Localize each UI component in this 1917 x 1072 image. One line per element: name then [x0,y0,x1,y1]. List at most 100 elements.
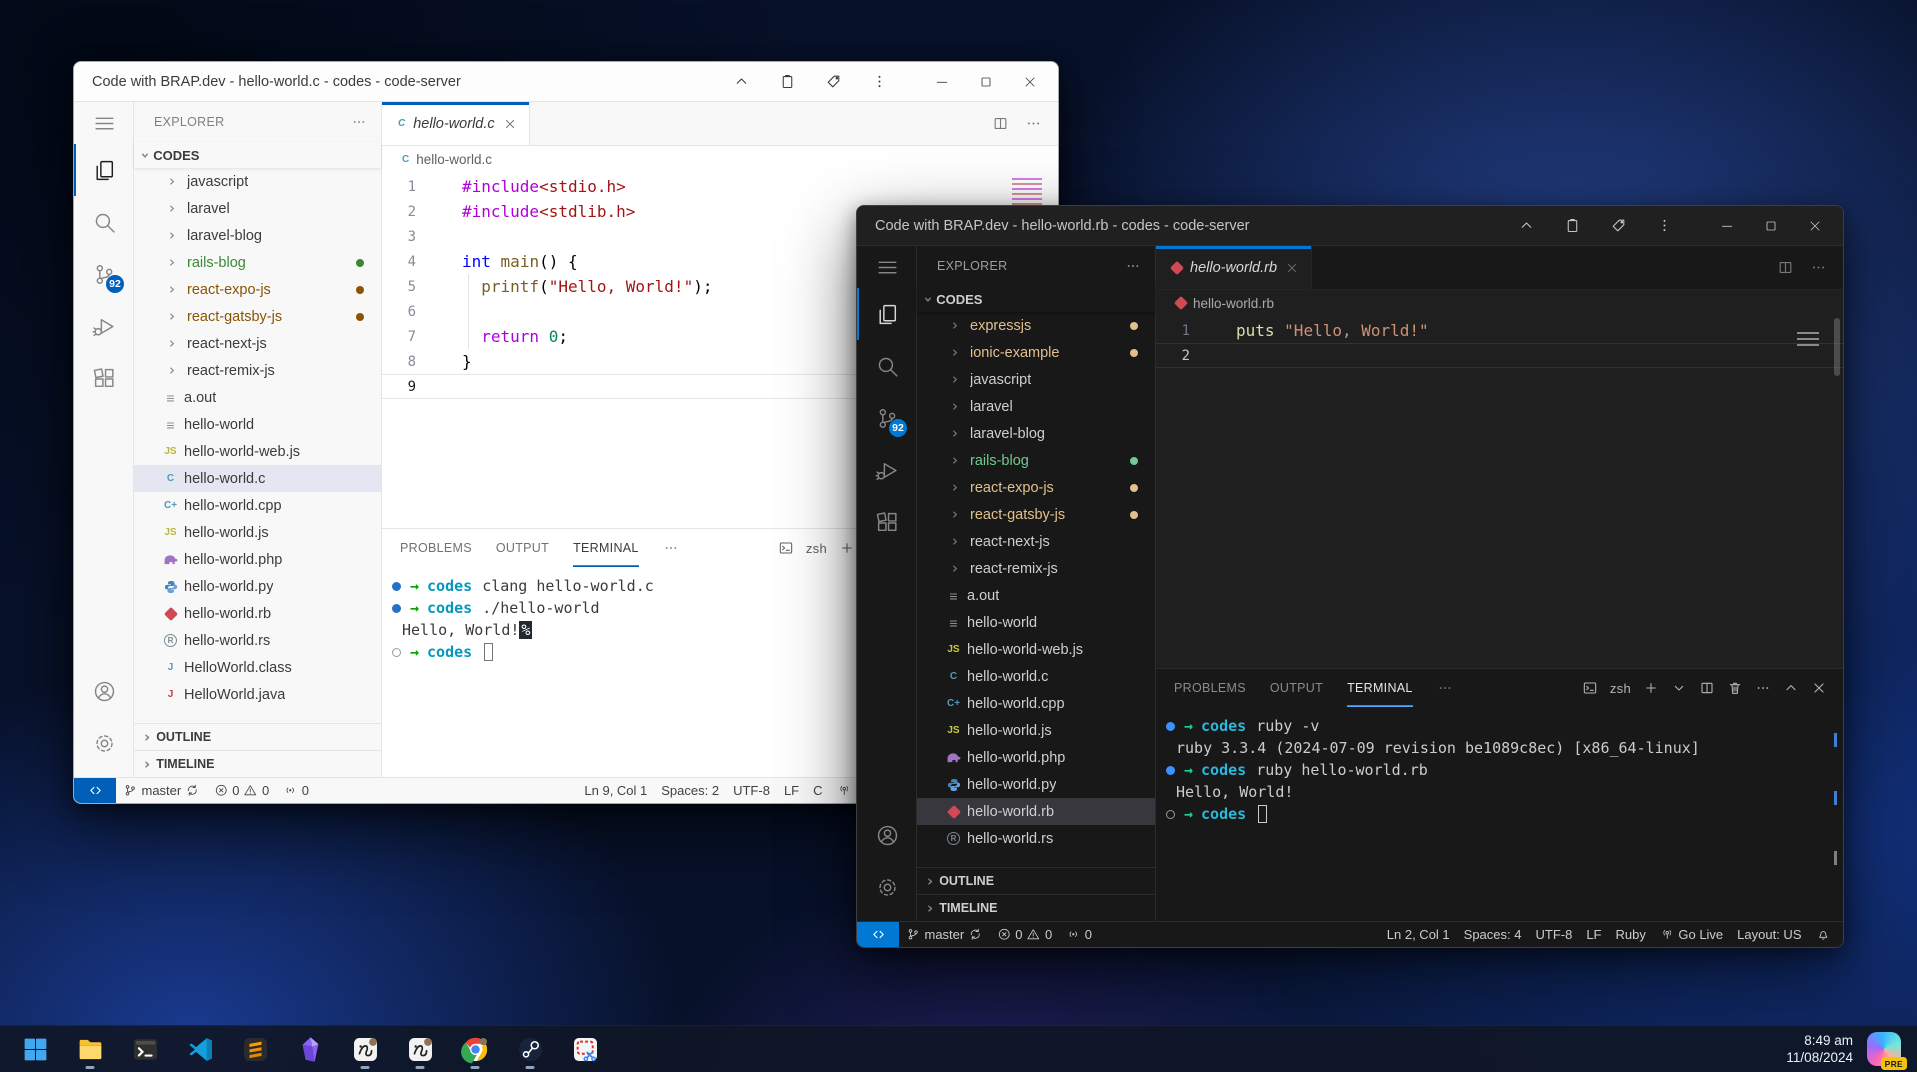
encoding[interactable]: UTF-8 [726,778,777,803]
minimize-button[interactable] [1705,209,1749,243]
go-live-icon[interactable] [830,778,859,803]
search-icon[interactable] [857,340,916,392]
folder-react-next-js[interactable]: ›react-next-js [917,528,1155,555]
explorer-actions-icon[interactable] [351,114,367,130]
extensions-icon[interactable] [74,352,133,404]
tab-hello-world-c[interactable]: C hello-world.c [382,102,530,145]
breadcrumb[interactable]: hello-world.rb [1156,290,1843,316]
file-hello-world.php[interactable]: hello-world.php [917,744,1155,771]
terminal-area[interactable]: →codesruby -vruby 3.3.4 (2024-07-09 revi… [1156,707,1843,921]
close-tab-icon[interactable] [503,117,517,131]
file-hello-world.js[interactable]: JShello-world.js [134,519,381,546]
tab-hello-world-rb[interactable]: hello-world.rb [1156,246,1312,289]
outline-section[interactable]: › OUTLINE [917,867,1155,894]
taskbar-icon-terminal[interactable] [123,1027,167,1071]
file-hello-world[interactable]: ≡hello-world [917,609,1155,636]
file-hello-world.c[interactable]: Chello-world.c [134,465,381,492]
panel-more-icon[interactable] [663,540,679,556]
new-terminal-icon[interactable] [1643,680,1659,696]
run-debug-icon[interactable] [857,444,916,496]
taskbar-icon-vscode[interactable] [178,1027,222,1071]
file-hello-world.cpp[interactable]: C+hello-world.cpp [134,492,381,519]
account-icon[interactable] [74,665,133,717]
chevron-up-icon[interactable] [1511,211,1541,241]
panel-more-icon[interactable] [1437,680,1453,696]
git-branch-status[interactable]: master [899,922,990,947]
split-editor-icon[interactable] [1777,259,1794,276]
titlebar[interactable]: Code with BRAP.dev - hello-world.rb - co… [857,206,1843,246]
split-terminal-icon[interactable] [1699,680,1715,696]
maximize-button[interactable] [964,65,1008,99]
folder-laravel[interactable]: ›laravel [917,393,1155,420]
menu-hamburger-icon[interactable] [857,246,916,288]
file-hello-world.rs[interactable]: Rhello-world.rs [134,627,381,654]
maximize-panel-icon[interactable] [1783,680,1799,696]
panel-tab-terminal[interactable]: TERMINAL [1347,669,1413,707]
explorer-icon[interactable] [857,288,916,340]
folder-laravel-blog[interactable]: ›laravel-blog [917,420,1155,447]
folder-section-codes[interactable]: › CODES [134,142,381,168]
explorer-actions-icon[interactable] [1125,258,1141,274]
file-HelloWorld.class[interactable]: JHelloWorld.class [134,654,381,681]
maximize-button[interactable] [1749,209,1793,243]
folder-react-expo-js[interactable]: ›react-expo-js [134,276,381,303]
minimize-button[interactable] [920,65,964,99]
outline-section[interactable]: › OUTLINE [134,723,381,750]
keyboard-layout[interactable]: Layout: US [1730,922,1808,947]
file-hello-world.py[interactable]: hello-world.py [134,573,381,600]
file-hello-world.py[interactable]: hello-world.py [917,771,1155,798]
file-hello-world.php[interactable]: hello-world.php [134,546,381,573]
folder-rails-blog[interactable]: ›rails-blog [917,447,1155,474]
clipboard-icon[interactable] [1557,211,1587,241]
taskbar-icon-pinned-app-1[interactable] [343,1027,387,1071]
kebab-menu-icon[interactable] [864,67,894,97]
close-panel-icon[interactable] [1811,680,1827,696]
cursor-position[interactable]: Ln 2, Col 1 [1380,922,1457,947]
folder-react-gatsby-js[interactable]: ›react-gatsby-js [917,501,1155,528]
search-icon[interactable] [74,196,133,248]
folder-javascript[interactable]: ›javascript [134,168,381,195]
panel-tab-terminal[interactable]: TERMINAL [573,529,639,567]
language-mode[interactable]: C [806,778,829,803]
terminal-more-icon[interactable] [1755,680,1771,696]
cursor-position[interactable]: Ln 9, Col 1 [577,778,654,803]
taskbar-icon-chrome[interactable] [453,1027,497,1071]
folder-react-next-js[interactable]: ›react-next-js [134,330,381,357]
ports-status[interactable]: 0 [1059,922,1099,947]
chevron-up-icon[interactable] [726,67,756,97]
timeline-section[interactable]: › TIMELINE [917,894,1155,921]
folder-expressjs[interactable]: ›expressjs [917,312,1155,339]
menu-hamburger-icon[interactable] [74,102,133,144]
file-HelloWorld.java[interactable]: JHelloWorld.java [134,681,381,708]
folder-laravel[interactable]: ›laravel [134,195,381,222]
go-live-button[interactable]: Go Live [1653,922,1730,947]
file-hello-world-web.js[interactable]: JShello-world-web.js [917,636,1155,663]
file-hello-world.rs[interactable]: Rhello-world.rs [917,825,1155,852]
indentation[interactable]: Spaces: 2 [654,778,726,803]
taskbar-icon-steam[interactable] [508,1027,552,1071]
new-terminal-icon[interactable] [839,540,855,556]
clipboard-icon[interactable] [772,67,802,97]
taskbar-icon-file-explorer[interactable] [68,1027,112,1071]
file-hello-world.js[interactable]: JShello-world.js [917,717,1155,744]
problems-status[interactable]: 0 0 [207,778,276,803]
taskbar-icon-obsidian[interactable] [288,1027,332,1071]
eol[interactable]: LF [1579,922,1608,947]
run-debug-icon[interactable] [74,300,133,352]
tag-icon[interactable] [818,67,848,97]
terminal-profile-dropdown-icon[interactable] [1671,680,1687,696]
folder-react-gatsby-js[interactable]: ›react-gatsby-js [134,303,381,330]
settings-gear-icon[interactable] [74,717,133,769]
taskbar-icon-sublime-text[interactable] [233,1027,277,1071]
notifications-bell-icon[interactable] [1809,922,1838,947]
panel-tab-problems[interactable]: PROBLEMS [1174,669,1246,707]
folder-javascript[interactable]: ›javascript [917,366,1155,393]
folder-rails-blog[interactable]: ›rails-blog [134,249,381,276]
panel-tab-problems[interactable]: PROBLEMS [400,529,472,567]
file-a.out[interactable]: ≡a.out [134,384,381,411]
taskbar-icon-snipping-tool[interactable] [563,1027,607,1071]
titlebar[interactable]: Code with BRAP.dev - hello-world.c - cod… [74,62,1058,102]
timeline-section[interactable]: › TIMELINE [134,750,381,777]
source-control-icon[interactable]: 92 [857,392,916,444]
file-hello-world.rb[interactable]: hello-world.rb [917,798,1155,825]
